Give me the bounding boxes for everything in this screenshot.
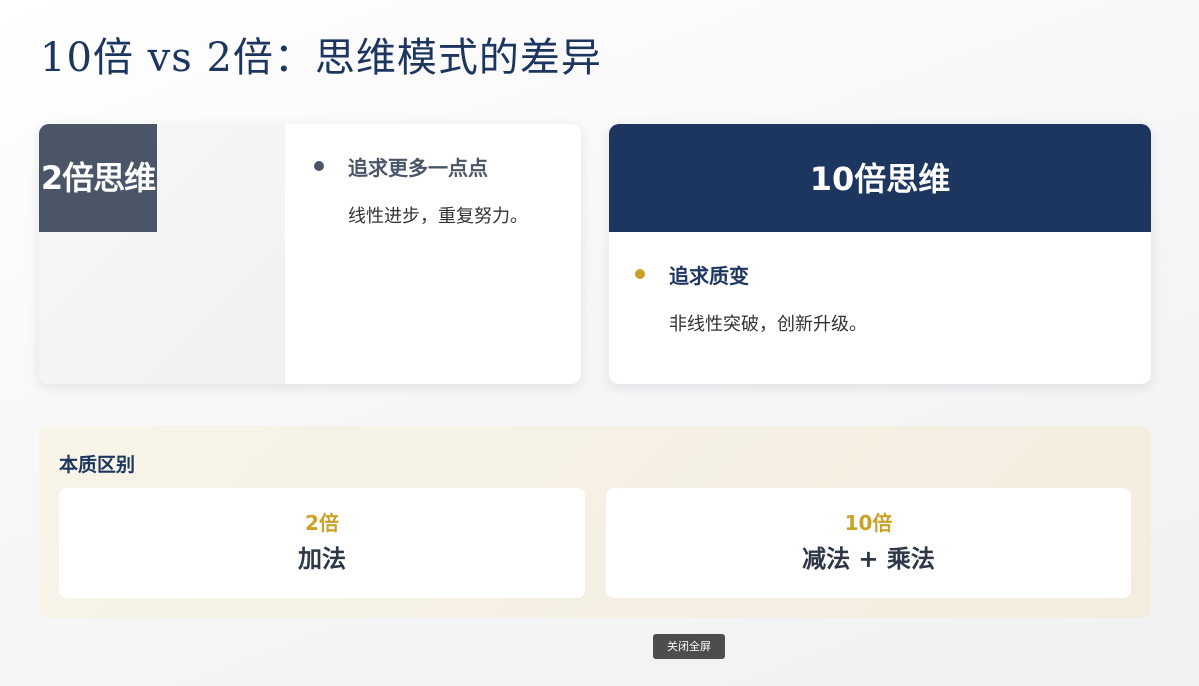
two-x-thinking-card: 2倍思维 追求更多一点点 线性进步，重复努力。 (39, 124, 581, 384)
essence-box-ten-x: 10倍 减法 + 乘法 (606, 488, 1131, 598)
exit-fullscreen-button[interactable]: 关闭全屏 (653, 634, 725, 659)
essence-section: 本质区别 2倍 加法 10倍 减法 + 乘法 (39, 426, 1151, 618)
two-x-bullet-desc: 线性进步，重复努力。 (348, 206, 528, 227)
essence-label: 2倍 (305, 511, 339, 535)
essence-box-two-x: 2倍 加法 (59, 488, 585, 598)
two-x-bullet-row: 追求更多一点点 (314, 154, 528, 180)
two-x-bullet: 追求更多一点点 线性进步，重复努力。 (314, 154, 528, 228)
two-x-bullet-title: 追求更多一点点 (348, 155, 488, 180)
ten-x-bullet-title: 追求质变 (669, 263, 749, 288)
ten-x-bullet-desc: 非线性突破，创新升级。 (669, 314, 867, 335)
ten-x-card-header: 10倍思维 (609, 124, 1151, 232)
bullet-dot-icon (635, 269, 645, 279)
essence-value: 减法 + 乘法 (802, 545, 935, 573)
essence-label: 10倍 (844, 511, 893, 535)
ten-x-thinking-card: 10倍思维 追求质变 非线性突破，创新升级。 (609, 124, 1151, 384)
ten-x-bullet: 追求质变 非线性突破，创新升级。 (635, 262, 867, 336)
bullet-dot-icon (314, 161, 324, 171)
page-title: 10倍 vs 2倍：思维模式的差异 (40, 35, 602, 81)
essence-title: 本质区别 (59, 454, 136, 476)
two-x-card-header: 2倍思维 (39, 124, 157, 232)
essence-value: 加法 (298, 545, 346, 573)
ten-x-bullet-row: 追求质变 (635, 262, 867, 288)
